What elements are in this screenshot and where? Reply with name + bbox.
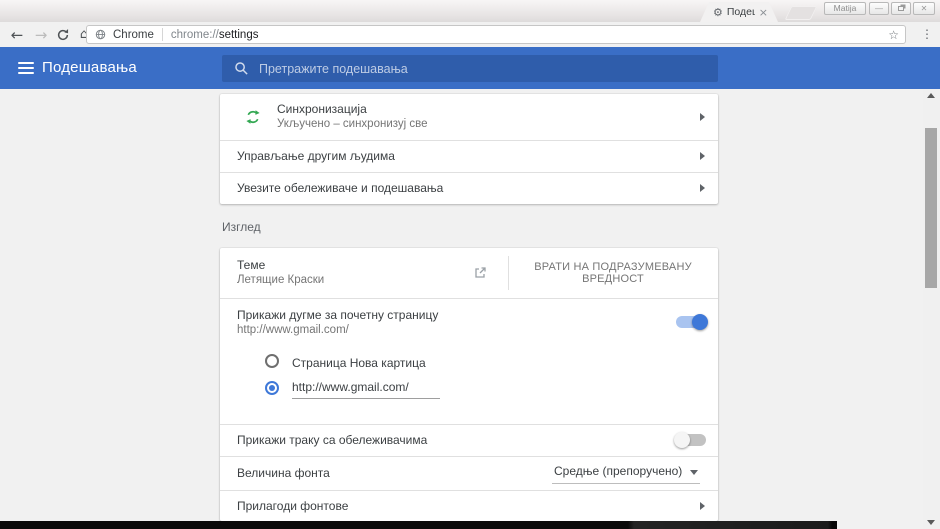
custom-url-radio-row — [220, 376, 718, 416]
people-card: Синхронизација Укључено – синхронизуј св… — [220, 94, 718, 204]
minimize-button[interactable]: — — [869, 2, 889, 15]
site-label: Chrome — [113, 29, 154, 41]
url-path: settings — [219, 29, 259, 41]
bottom-black-bar — [0, 521, 837, 529]
sync-title: Синхронизација — [277, 102, 367, 116]
tab-settings[interactable]: ⚙ Подеш × — [700, 2, 778, 22]
themes-label: Теме — [237, 258, 265, 272]
newtab-radio-label: Страница Нова картица — [292, 356, 426, 370]
omnibox-separator — [162, 28, 163, 41]
search-icon — [234, 61, 249, 76]
home-url-input[interactable] — [292, 376, 440, 399]
show-home-button-row: Прикажи дугме за почетну страницу http:/… — [220, 298, 718, 346]
sync-row[interactable]: Синхронизација Укључено – синхронизуј св… — [220, 94, 718, 140]
settings-content: Синхронизација Укључено – синхронизуј св… — [0, 89, 940, 529]
search-input[interactable] — [259, 62, 718, 76]
open-in-new-icon[interactable] — [473, 266, 487, 285]
bookmarks-bar-row: Прикажи траку са обележивачима — [220, 424, 718, 456]
show-home-label: Прикажи дугме за почетну страницу — [237, 308, 438, 322]
customize-fonts-row[interactable]: Прилагоди фонтове — [220, 490, 718, 521]
font-size-row: Величина фонта Средње (препоручено) — [220, 456, 718, 490]
restore-button[interactable] — [891, 2, 911, 15]
profile-button[interactable]: Matija — [824, 2, 866, 15]
close-button[interactable]: ✕ — [913, 2, 935, 15]
import-bookmarks-row[interactable]: Увезите обележиваче и подешавања — [220, 172, 718, 204]
browser-menu-button[interactable]: ⋮ — [917, 22, 937, 47]
page-title: Подешавања — [42, 47, 137, 89]
settings-search-box[interactable] — [222, 55, 718, 82]
scrollbar[interactable] — [923, 89, 940, 529]
reset-to-default-button[interactable]: ВРАТИ НА ПОДРАЗУМЕВАНУ ВРЕДНОСТ — [512, 248, 714, 298]
custom-url-radio[interactable] — [265, 381, 279, 395]
site-info-icon[interactable] — [95, 29, 106, 40]
newtab-radio-row: Страница Нова картица — [220, 346, 718, 376]
font-size-dropdown[interactable]: Средње (препоручено) — [552, 458, 700, 484]
settings-header: Подешавања — [0, 47, 940, 89]
show-home-toggle[interactable] — [676, 316, 706, 328]
chevron-right-icon — [700, 113, 705, 121]
restore-icon — [898, 6, 904, 11]
sync-icon — [244, 108, 262, 131]
reload-button[interactable] — [52, 22, 74, 47]
chevron-right-icon — [700, 502, 705, 510]
appearance-card: Теме Летящие Краски ВРАТИ НА ПОДРАЗУМЕВА… — [220, 248, 718, 521]
forward-button: → — [30, 22, 52, 47]
themes-row: Теме Летящие Краски ВРАТИ НА ПОДРАЗУМЕВА… — [220, 248, 718, 298]
font-size-value: Средње (препоручено) — [554, 464, 682, 478]
address-bar[interactable]: Chrome chrome:// settings ☆ — [86, 25, 906, 44]
url-scheme: chrome:// — [171, 29, 219, 41]
scroll-up-icon[interactable] — [927, 93, 935, 98]
hamburger-menu-icon[interactable] — [18, 62, 34, 74]
manage-people-row[interactable]: Управљање другим људима — [220, 140, 718, 172]
chevron-right-icon — [700, 184, 705, 192]
import-bookmarks-label: Увезите обележиваче и подешавања — [237, 181, 443, 195]
scroll-down-icon[interactable] — [927, 520, 935, 525]
back-button[interactable]: ← — [6, 22, 28, 47]
manage-people-label: Управљање другим људима — [237, 149, 395, 163]
reload-icon — [56, 28, 70, 42]
sync-status: Укључено – синхронизуј све — [277, 118, 428, 130]
gear-icon: ⚙ — [713, 7, 723, 18]
browser-window: ⚙ Подеш × Matija — ✕ ← → ⌂ — [0, 0, 940, 529]
theme-name: Летящие Краски — [237, 274, 324, 286]
chevron-right-icon — [700, 152, 705, 160]
tab-close-icon[interactable]: × — [759, 7, 768, 18]
scrollbar-thumb[interactable] — [925, 128, 937, 288]
appearance-section-title: Изглед — [222, 220, 261, 234]
browser-toolbar: ← → ⌂ Chrome chrome:// settings ☆ ⋮ — [0, 22, 940, 47]
home-url-value: http://www.gmail.com/ — [237, 324, 349, 336]
vertical-divider — [508, 256, 509, 290]
tab-title: Подеш — [727, 6, 755, 18]
tab-strip: ⚙ Подеш × Matija — ✕ — [0, 0, 940, 22]
bookmarks-bar-label: Прикажи траку са обележивачима — [237, 433, 427, 447]
bookmark-star-icon[interactable]: ☆ — [888, 28, 899, 42]
bookmarks-bar-toggle[interactable] — [676, 434, 706, 446]
new-tab-button[interactable] — [785, 6, 818, 20]
dropdown-caret-icon — [690, 470, 698, 475]
newtab-radio[interactable] — [265, 354, 279, 368]
customize-fonts-label: Прилагоди фонтове — [237, 499, 348, 513]
font-size-label: Величина фонта — [237, 466, 330, 480]
